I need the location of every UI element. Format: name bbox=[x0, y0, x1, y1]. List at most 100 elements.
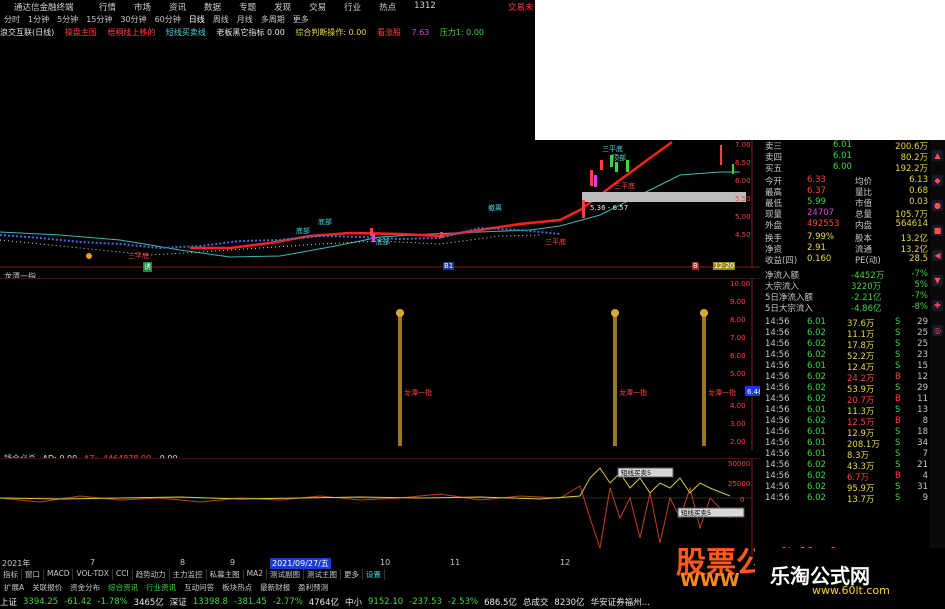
period-tab[interactable]: 月线 bbox=[233, 14, 257, 26]
side-button-icon[interactable]: ■ bbox=[932, 225, 943, 236]
quote-value: 0.03 bbox=[909, 197, 928, 207]
period-tab[interactable]: 60分钟 bbox=[151, 14, 185, 26]
indicator-tab[interactable]: 测试主图 bbox=[304, 569, 342, 580]
indicator-panel-3[interactable]: 短线买卖5 短线买卖5 50000 25000 0 bbox=[0, 457, 760, 558]
side-button-icon[interactable]: ✚ bbox=[932, 300, 943, 311]
date-cursor: 2021/09/27/五 bbox=[270, 558, 331, 569]
menu-item[interactable]: 行业 bbox=[335, 1, 370, 13]
tick-row: 14:56 6.01 8.3万 S 7 bbox=[763, 449, 930, 461]
quote-price: 6.00 bbox=[833, 162, 852, 172]
indicator-tab[interactable]: MACD bbox=[44, 569, 74, 580]
tick-time: 14:56 bbox=[765, 328, 790, 338]
side-button-icon[interactable]: ◆ bbox=[932, 175, 943, 186]
tick-row: 14:56 6.02 53.9万 S 29 bbox=[763, 383, 930, 395]
status-item: 8230亿 bbox=[554, 598, 585, 608]
extension-tab[interactable]: 综合资讯 bbox=[104, 582, 142, 592]
side-button-icon[interactable]: ◀ bbox=[932, 250, 943, 261]
tick-price: 6.02 bbox=[807, 460, 826, 470]
tick-price: 6.01 bbox=[807, 405, 826, 415]
period-tab[interactable]: 多周期 bbox=[257, 14, 289, 26]
flow-percent: -8% bbox=[911, 302, 928, 312]
status-item: -2.77% bbox=[272, 597, 303, 607]
menu-item[interactable]: 交易 bbox=[300, 1, 335, 13]
date-label: 12 bbox=[560, 558, 571, 567]
period-tab[interactable]: 30分钟 bbox=[116, 14, 150, 26]
indicator-tab[interactable]: CCI bbox=[113, 569, 133, 580]
ask-row: 买五 6.00 192.2万 bbox=[763, 162, 930, 174]
fund-row: 换手 7.99% 股本 13.2亿 bbox=[763, 232, 930, 244]
status-item: 3465亿 bbox=[133, 598, 164, 608]
tick-count: 25 bbox=[917, 328, 928, 338]
panel2-axis-label: 4.00 bbox=[730, 402, 746, 410]
menu-item[interactable]: 数据 bbox=[195, 1, 230, 13]
tick-price: 6.02 bbox=[807, 328, 826, 338]
indicator-tab[interactable]: 私募主图 bbox=[207, 569, 244, 580]
indicator-tab[interactable]: 更多 bbox=[341, 569, 364, 580]
indicator-tab[interactable]: 趋势动力 bbox=[133, 569, 170, 580]
side-button-icon[interactable]: ● bbox=[932, 200, 943, 211]
date-axis: 2021年 7 8 9 2021/09/27/五 10 11 12 bbox=[0, 558, 760, 569]
extension-tab[interactable]: 板块热点 bbox=[218, 582, 256, 592]
extension-tab[interactable]: 扩展A bbox=[0, 582, 28, 592]
stat-row: 最低 5.99 市值 0.03 bbox=[763, 197, 930, 209]
tick-time: 14:56 bbox=[765, 471, 790, 481]
indicator-tab[interactable]: 主力监控 bbox=[170, 569, 207, 580]
tick-side: S bbox=[895, 339, 901, 349]
period-tab[interactable]: 更多 bbox=[289, 14, 313, 26]
tick-side: S bbox=[895, 405, 901, 415]
status-item: 总成交 bbox=[522, 598, 549, 608]
indicator-tab[interactable]: 指标 bbox=[0, 569, 22, 580]
period-tab[interactable]: 分时 bbox=[0, 14, 24, 26]
indicator-tab[interactable]: 窗口 bbox=[22, 569, 44, 580]
indicator-panel-2[interactable]: 6.48 龙潭一指 龙潭一指 龙潭一指 10.00 9.00 8.00 7.00… bbox=[0, 277, 765, 450]
panel3-tag: 短线买卖5 bbox=[621, 468, 651, 477]
extension-tab[interactable]: 资金分布 bbox=[66, 582, 104, 592]
extension-tabs: 扩展A 关联报价 资金分布 综合资讯 行业资讯 互动问答 板块热点 最新财报 盈利预测 bbox=[0, 582, 760, 592]
menu-item[interactable]: 行情 bbox=[90, 1, 125, 13]
tick-price: 6.01 bbox=[807, 449, 826, 459]
indicator-tab[interactable]: 设置 bbox=[363, 569, 386, 580]
tick-row: 14:56 6.02 11.1万 S 25 bbox=[763, 328, 930, 340]
menu-item[interactable]: 专题 bbox=[230, 1, 265, 13]
tick-count: 4 bbox=[922, 471, 928, 481]
pattern-label: 三平底 bbox=[545, 237, 566, 246]
price-chart-panel[interactable]: 5.36 - 6.57 三平底 三平底 三平底 三平底 顶部 底部 撤离 底部 … bbox=[0, 140, 760, 268]
period-tab[interactable]: 周线 bbox=[209, 14, 233, 26]
menu-item[interactable]: 热点 bbox=[370, 1, 405, 13]
extension-tab[interactable]: 最新财报 bbox=[256, 582, 294, 592]
menu-item[interactable]: 1312 bbox=[405, 1, 445, 13]
extension-tab[interactable]: 互动问答 bbox=[180, 582, 218, 592]
extension-tab[interactable]: 关联报价 bbox=[28, 582, 66, 592]
tick-price: 6.02 bbox=[807, 394, 826, 404]
extension-tab[interactable]: 行业资讯 bbox=[142, 582, 180, 592]
tick-price: 6.02 bbox=[807, 416, 826, 426]
side-toolbar[interactable]: ▲ ◆ ● ■ ◀ ▼ ✚ ◎ bbox=[930, 140, 945, 595]
indicator-item: 短线买卖线 bbox=[165, 28, 206, 37]
stat-row: 最高 6.37 量比 0.68 bbox=[763, 186, 930, 198]
tick-price: 6.01 bbox=[807, 438, 826, 448]
extension-tab[interactable]: 盈利预测 bbox=[294, 582, 332, 592]
side-button-icon[interactable]: ▼ bbox=[932, 275, 943, 286]
menu-item[interactable]: 发现 bbox=[265, 1, 300, 13]
indicator-tab[interactable]: VOL-TDX bbox=[73, 569, 113, 580]
watermark-site-url: www.60lt.com bbox=[812, 584, 890, 597]
menu-item[interactable]: 市场 bbox=[125, 1, 160, 13]
date-label: 8 bbox=[180, 558, 186, 567]
menu-item[interactable]: 资讯 bbox=[160, 1, 195, 13]
indicator-tab[interactable]: MA2 bbox=[244, 569, 268, 580]
period-tab[interactable]: 15分钟 bbox=[82, 14, 116, 26]
indicator-bar: 浪交互联(日线) 操盘主图 梧桐线上移的 短线买卖线 老板黑它指标 0.00 综… bbox=[0, 27, 535, 39]
tick-row: 14:56 6.01 208.1万 S 34 bbox=[763, 438, 930, 450]
tick-count: 8 bbox=[922, 416, 928, 426]
quote-panel: 卖三 6.01 200.6万 卖四 6.01 80.2万 买五 6.00 192.2万 今开 6.3… bbox=[763, 140, 930, 595]
period-tab[interactable]: 1分钟 bbox=[24, 14, 53, 26]
status-item: -61.42 bbox=[64, 597, 92, 607]
period-tab[interactable]: 日线 bbox=[185, 14, 209, 26]
period-tab[interactable]: 5分钟 bbox=[53, 14, 82, 26]
side-button-icon[interactable]: ◎ bbox=[932, 325, 943, 336]
side-button-icon[interactable]: ▲ bbox=[932, 150, 943, 161]
quote-value: 6.37 bbox=[807, 186, 826, 196]
trade-status[interactable]: 交易未 bbox=[508, 1, 534, 13]
indicator-tab[interactable]: 测试副图 bbox=[267, 569, 305, 580]
indicator-item[interactable]: 操盘主图 bbox=[65, 28, 97, 37]
